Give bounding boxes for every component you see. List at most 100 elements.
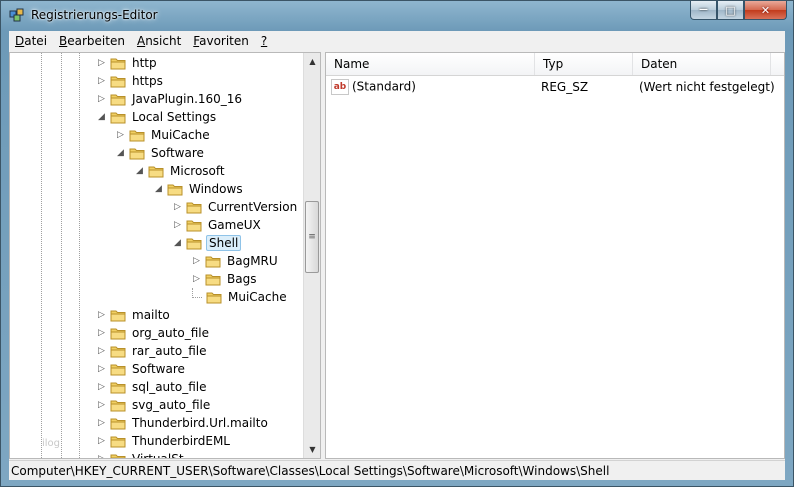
tree-node-label[interactable]: http <box>130 56 159 70</box>
tree-node-label[interactable]: Windows <box>187 182 245 196</box>
collapse-arrow-icon[interactable]: ◢ <box>97 112 106 122</box>
tree-node-label[interactable]: BagMRU <box>225 254 280 268</box>
expand-arrow-icon[interactable]: ▷ <box>192 256 201 266</box>
key-tree-pane[interactable]: ilog ▷ http ▷ https ▷ JavaPlugin.160_16 ◢ Local… <box>9 52 321 459</box>
menu-datei[interactable]: Datei <box>9 34 53 48</box>
tree-node-label[interactable]: CurrentVersion <box>206 200 299 214</box>
values-list-pane[interactable]: Name Typ Daten ab (Standard) REG_SZ (Wert… <box>325 52 785 459</box>
tree-node[interactable]: ▷ BagMRU <box>192 252 280 270</box>
tree-node[interactable]: ▷ http <box>97 54 159 72</box>
tree-node-label[interactable]: ThunderbirdEML <box>130 434 232 448</box>
menu-ansicht[interactable]: Ansicht <box>131 34 187 48</box>
tree-node-label[interactable]: Software <box>149 146 206 160</box>
collapse-arrow-icon[interactable]: ◢ <box>154 184 163 194</box>
tree-node[interactable]: ▷ Bags <box>192 270 258 288</box>
tree-node[interactable]: ▷ CurrentVersion <box>173 198 299 216</box>
tree-node[interactable]: ▷ ThunderbirdEML <box>97 432 232 450</box>
close-button[interactable]: ✕ <box>744 1 787 20</box>
tree-node-label[interactable]: svg_auto_file <box>130 398 212 412</box>
expand-arrow-icon[interactable]: ▷ <box>97 310 106 320</box>
expand-arrow-icon[interactable]: ▷ <box>97 364 106 374</box>
expand-arrow-icon[interactable]: ▷ <box>97 418 106 428</box>
tree-node-label[interactable]: Shell <box>206 235 242 251</box>
tree-node[interactable]: ◢ Software <box>116 144 206 162</box>
tree-guide-line <box>79 53 80 458</box>
tree-node[interactable]: ▷ GameUX <box>173 216 263 234</box>
menu-help[interactable]: ? <box>255 34 273 48</box>
tree-node-label[interactable]: Microsoft <box>168 164 227 178</box>
tree-node-label[interactable]: VirtualSt... <box>130 452 197 458</box>
folder-icon <box>110 381 126 394</box>
tree-node[interactable]: ▷ svg_auto_file <box>97 396 212 414</box>
tree-node[interactable]: ◢ Shell <box>173 234 242 252</box>
folder-icon <box>206 291 222 304</box>
title-bar[interactable]: Registrierungs-Editor — □ ✕ <box>1 1 793 31</box>
tree-node[interactable]: ▷ https <box>97 72 165 90</box>
tree-node-label[interactable]: org_auto_file <box>130 326 211 340</box>
tree-node[interactable]: ▷ Software <box>97 360 187 378</box>
expand-arrow-icon[interactable]: ▷ <box>97 346 106 356</box>
menu-bearbeiten[interactable]: Bearbeiten <box>53 34 131 48</box>
expand-arrow-icon[interactable]: ▷ <box>97 328 106 338</box>
tree-node-label[interactable]: MuiCache <box>149 128 212 142</box>
caption-buttons: — □ ✕ <box>690 1 787 21</box>
expand-arrow-icon[interactable]: ▷ <box>97 94 106 104</box>
tree-node-label[interactable]: MuiCache <box>226 290 289 304</box>
expand-arrow-icon[interactable]: ▷ <box>97 454 106 458</box>
tree-node[interactable]: MuiCache <box>192 287 289 306</box>
tree-node-label[interactable]: sql_auto_file <box>130 380 208 394</box>
collapse-arrow-icon[interactable]: ◢ <box>116 148 125 158</box>
tree-node[interactable]: ▷ Thunderbird.Url.mailto <box>97 414 270 432</box>
value-type-cell: REG_SZ <box>541 80 589 94</box>
column-header-data[interactable]: Daten <box>633 53 771 75</box>
expand-arrow-icon[interactable]: ▷ <box>173 202 182 212</box>
menu-bar: Datei Bearbeiten Ansicht Favoriten ? <box>9 31 785 52</box>
minimize-button[interactable]: — <box>690 1 717 20</box>
expand-arrow-icon[interactable]: ▷ <box>173 220 182 230</box>
tree-node[interactable]: ◢ Local Settings <box>97 108 218 126</box>
value-row[interactable]: ab (Standard) REG_SZ (Wert nicht festgele… <box>326 77 784 97</box>
tree-node-label[interactable]: rar_auto_file <box>130 344 209 358</box>
tree-node-label[interactable]: JavaPlugin.160_16 <box>130 92 244 106</box>
tree-node-label[interactable]: Software <box>130 362 187 376</box>
folder-icon <box>110 111 126 124</box>
scroll-down-arrow-icon[interactable]: ▼ <box>304 441 320 458</box>
tree-node[interactable]: ◢ Microsoft <box>135 162 227 180</box>
tree-node-label[interactable]: https <box>130 74 165 88</box>
folder-icon <box>110 417 126 430</box>
tree-node[interactable]: ▷ sql_auto_file <box>97 378 208 396</box>
tree-node[interactable]: ▷ rar_auto_file <box>97 342 209 360</box>
expand-arrow-icon[interactable]: ▷ <box>116 130 125 140</box>
tree-node[interactable]: ▷ MuiCache <box>116 126 212 144</box>
tree-node[interactable]: ◢ Windows <box>154 180 245 198</box>
folder-icon <box>205 273 221 286</box>
tree-node[interactable]: ▷ org_auto_file <box>97 324 211 342</box>
scroll-thumb[interactable]: ≡ <box>305 201 319 273</box>
expand-arrow-icon[interactable]: ▷ <box>97 436 106 446</box>
scroll-up-arrow-icon[interactable]: ▲ <box>304 53 320 70</box>
value-name: (Standard) <box>352 79 416 94</box>
tree-guide-line <box>41 53 42 458</box>
expand-arrow-icon[interactable]: ▷ <box>97 382 106 392</box>
expand-arrow-icon[interactable]: ▷ <box>97 58 106 68</box>
collapse-arrow-icon[interactable]: ◢ <box>173 238 182 248</box>
tree-node-label[interactable]: mailto <box>130 308 172 322</box>
collapse-arrow-icon[interactable]: ◢ <box>135 166 144 176</box>
expand-arrow-icon[interactable]: ▷ <box>97 400 106 410</box>
column-header-name[interactable]: Name <box>326 53 535 75</box>
expand-arrow-icon[interactable]: ▷ <box>192 274 201 284</box>
tree-node[interactable]: ▷ VirtualSt... <box>97 450 197 458</box>
list-header: Name Typ Daten <box>326 53 784 76</box>
expand-arrow-icon[interactable]: ▷ <box>97 76 106 86</box>
menu-favoriten[interactable]: Favoriten <box>187 34 255 48</box>
tree-node-label[interactable]: Thunderbird.Url.mailto <box>130 416 270 430</box>
tree-node[interactable]: ▷ JavaPlugin.160_16 <box>97 90 244 108</box>
tree-node-label[interactable]: Bags <box>225 272 258 286</box>
tree-node-label[interactable]: Local Settings <box>130 110 218 124</box>
column-header-type[interactable]: Typ <box>535 53 633 75</box>
folder-icon <box>110 327 126 340</box>
maximize-button[interactable]: □ <box>717 1 744 20</box>
tree-node[interactable]: ▷ mailto <box>97 306 172 324</box>
tree-node-label[interactable]: GameUX <box>206 218 263 232</box>
tree-vertical-scrollbar[interactable]: ▲ ≡ ▼ <box>303 53 320 458</box>
